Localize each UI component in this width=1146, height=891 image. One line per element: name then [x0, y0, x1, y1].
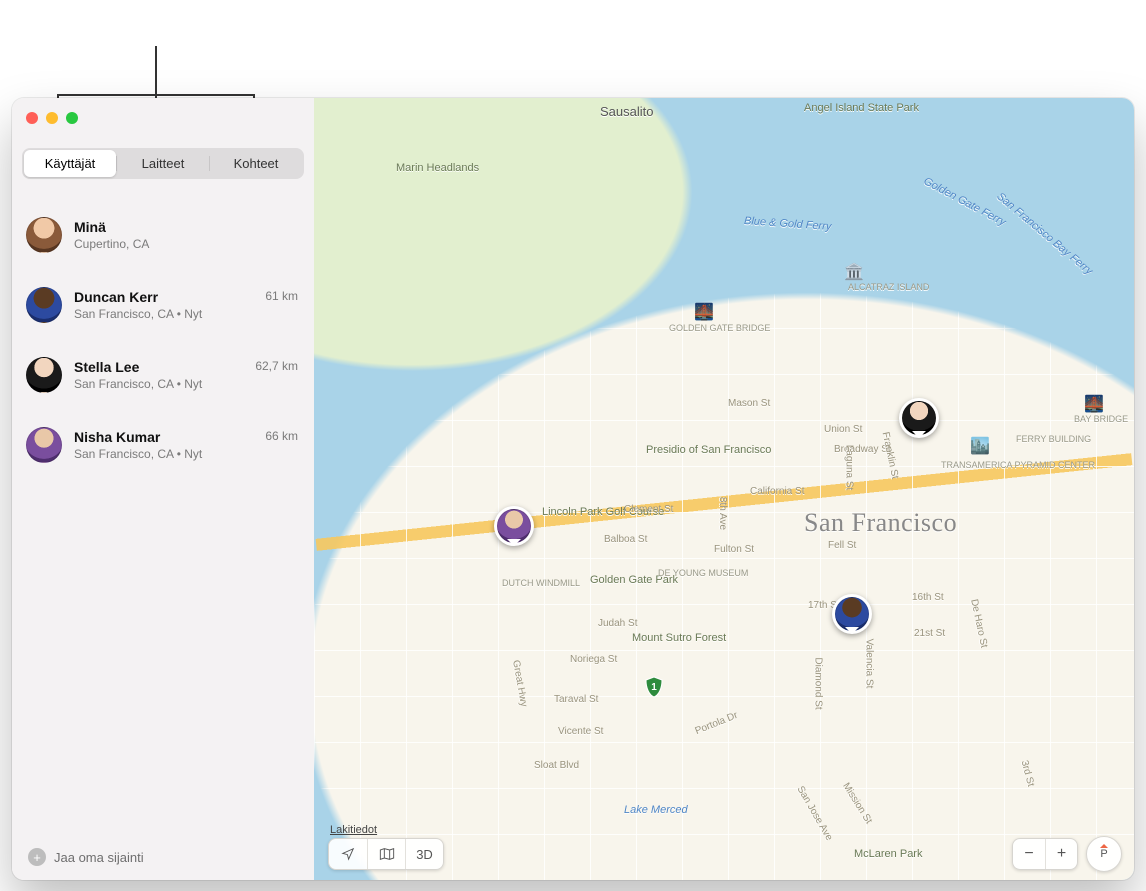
compass-label: P — [1100, 848, 1107, 860]
map-label: Marin Headlands — [396, 162, 479, 174]
map-canvas[interactable]: Blue & Gold Ferry Golden Gate Ferry San … — [314, 98, 1134, 880]
list-item[interactable]: Duncan Kerr San Francisco, CA • Nyt 61 k… — [12, 277, 314, 333]
map-label: Sausalito — [600, 104, 653, 119]
map-street: California St — [750, 486, 804, 497]
avatar — [835, 597, 869, 631]
map-street: Balboa St — [604, 534, 647, 545]
map-label: GOLDEN GATE BRIDGE — [669, 323, 770, 333]
callout-annotation — [155, 46, 157, 94]
map-mode-button[interactable] — [367, 839, 405, 869]
list-item[interactable]: Minä Cupertino, CA — [12, 207, 314, 263]
map-street: Valencia St — [863, 639, 874, 689]
person-location: San Francisco, CA • Nyt — [74, 447, 265, 461]
avatar — [26, 287, 62, 323]
hwy-1-shield-icon: 1 — [644, 676, 664, 698]
avatar — [26, 217, 62, 253]
map-label: DUTCH WINDMILL — [502, 578, 562, 588]
bridge-icon: 🌉 — [1084, 394, 1104, 414]
map-street: 21st St — [914, 628, 945, 639]
map-street: Union St — [824, 424, 862, 435]
map-label: BAY BRIDGE — [1074, 414, 1128, 424]
avatar — [26, 427, 62, 463]
map-street: Mason St — [728, 398, 770, 409]
window-traffic-lights — [26, 112, 78, 124]
tab-devices[interactable]: Laitteet — [117, 150, 209, 177]
person-distance: 62,7 km — [255, 359, 298, 373]
alcatraz-icon: 🏛️ — [844, 262, 864, 282]
map-label: Presidio of San Francisco — [646, 444, 726, 456]
compass-button[interactable]: P — [1086, 836, 1122, 872]
map-person-pin[interactable] — [899, 398, 939, 438]
share-location-button[interactable]: + Jaa oma sijainti — [12, 834, 314, 880]
avatar — [902, 401, 936, 435]
person-distance: 66 km — [265, 429, 298, 443]
person-name: Duncan Kerr — [74, 289, 265, 305]
person-distance: 61 km — [265, 289, 298, 303]
map-city-label: San Francisco — [804, 508, 957, 538]
map-street: 8th Ave — [717, 497, 728, 530]
fullscreen-icon[interactable] — [66, 112, 78, 124]
map-street: 16th St — [912, 592, 944, 603]
zoom-controls: − + — [1012, 838, 1078, 870]
close-icon[interactable] — [26, 112, 38, 124]
avatar — [26, 357, 62, 393]
avatar — [497, 509, 531, 543]
map-street: Noriega St — [570, 654, 617, 665]
list-item[interactable]: Stella Lee San Francisco, CA • Nyt 62,7 … — [12, 347, 314, 403]
map-icon — [379, 847, 395, 861]
segmented-control: Käyttäjät Laitteet Kohteet — [22, 148, 304, 179]
map-street: Vicente St — [558, 726, 603, 737]
person-name: Minä — [74, 219, 298, 235]
location-arrow-icon — [341, 847, 355, 861]
map-street: Fulton St — [714, 544, 754, 555]
map-street: Clement St — [624, 504, 673, 515]
minimize-icon[interactable] — [46, 112, 58, 124]
map-street: Sloat Blvd — [534, 760, 579, 771]
map-street: Laguna St — [843, 445, 854, 491]
map-label: TRANSAMERICA PYRAMID CENTER — [941, 460, 1037, 470]
map-person-pin[interactable] — [832, 594, 872, 634]
bridge-icon: 🌉 — [694, 302, 714, 322]
map-label: DE YOUNG MUSEUM — [658, 568, 718, 578]
person-name: Stella Lee — [74, 359, 255, 375]
pyramid-icon: 🏙️ — [970, 436, 990, 456]
map-label: Mount Sutro Forest — [632, 632, 726, 644]
map-label: ALCATRAZ ISLAND — [848, 282, 929, 292]
plus-icon: + — [28, 848, 46, 866]
map-label: Lincoln Park Golf Course — [542, 506, 622, 518]
locate-me-button[interactable] — [329, 839, 367, 869]
map-street: Fell St — [828, 540, 856, 551]
tab-people[interactable]: Käyttäjät — [24, 150, 116, 177]
zoom-in-button[interactable]: + — [1045, 839, 1077, 869]
legal-link[interactable]: Lakitiedot — [330, 824, 377, 836]
person-location: Cupertino, CA — [74, 237, 298, 251]
map-3d-button[interactable]: 3D — [405, 839, 443, 869]
map-mode-controls: 3D — [328, 838, 444, 870]
person-name: Nisha Kumar — [74, 429, 265, 445]
list-item[interactable]: Nisha Kumar San Francisco, CA • Nyt 66 k… — [12, 417, 314, 473]
sidebar: Käyttäjät Laitteet Kohteet Minä Cupertin… — [12, 98, 314, 880]
map-label: Golden Gate Park — [590, 574, 660, 586]
people-list: Minä Cupertino, CA Duncan Kerr San Franc… — [12, 207, 314, 834]
tab-items[interactable]: Kohteet — [210, 150, 302, 177]
map-label: Lake Merced — [624, 804, 688, 816]
svg-text:1: 1 — [651, 682, 657, 693]
zoom-out-button[interactable]: − — [1013, 839, 1045, 869]
map-street: Judah St — [598, 618, 637, 629]
map-street: Taraval St — [554, 694, 598, 705]
map-label: Angel Island State Park — [804, 102, 919, 114]
map-street: Diamond St — [813, 657, 824, 709]
person-location: San Francisco, CA • Nyt — [74, 307, 265, 321]
app-window: Käyttäjät Laitteet Kohteet Minä Cupertin… — [12, 98, 1134, 880]
map-label: FERRY BUILDING — [1016, 434, 1076, 444]
share-location-label: Jaa oma sijainti — [54, 850, 144, 865]
map-label: McLaren Park — [854, 848, 922, 860]
person-location: San Francisco, CA • Nyt — [74, 377, 255, 391]
map-person-pin[interactable] — [494, 506, 534, 546]
